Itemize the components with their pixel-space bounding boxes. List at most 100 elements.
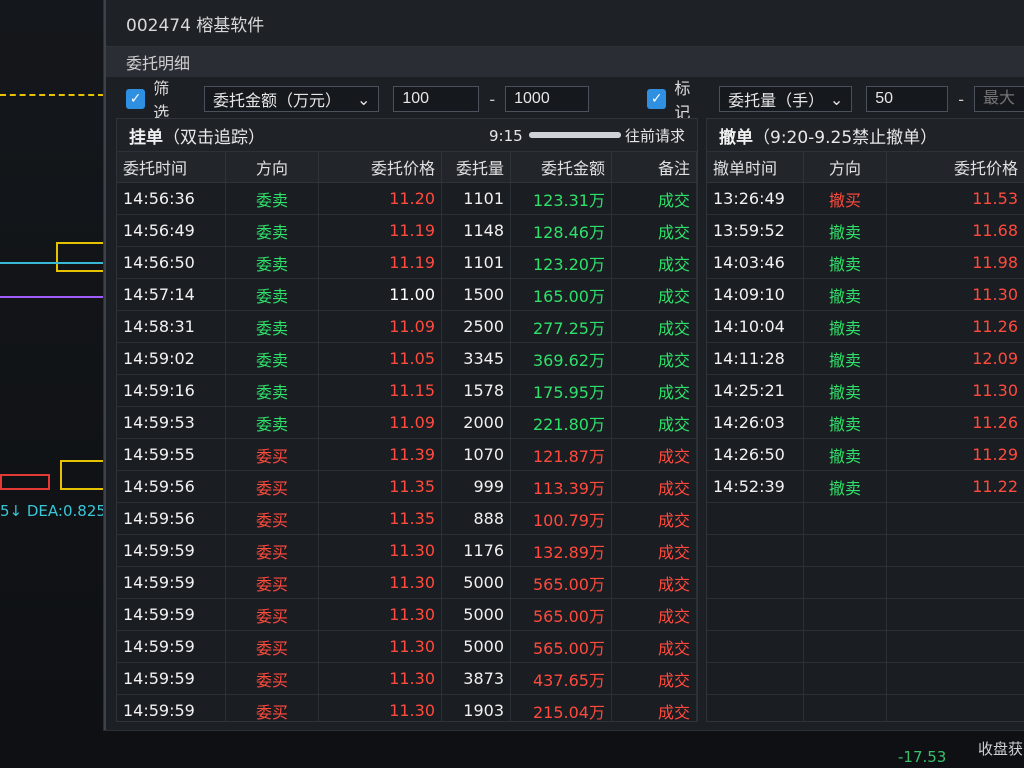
table-row[interactable]: 14:59:59 委买 11.30 5000 565.00万 成交 [117,630,697,663]
order-amount: 215.04万 [510,694,612,721]
order-time: 14:59:59 [117,662,226,695]
col-amount[interactable]: 委托金额 [510,152,612,183]
col-cancel-time[interactable]: 撤单时间 [707,152,804,183]
cancel-time: 14:25:21 [707,374,804,407]
table-row[interactable]: 14:59:59 委买 11.30 5000 565.00万 成交 [117,566,697,599]
filter-checkbox[interactable]: ✓ [126,89,146,109]
cancel-time: 14:26:03 [707,406,804,439]
col-order-time[interactable]: 委托时间 [117,152,226,183]
request-earlier-button[interactable]: 往前请求 [625,125,685,146]
cancel-direction: 撤卖 [803,310,887,343]
col-price[interactable]: 委托价格 [318,152,442,183]
cancel-price: 11.30 [886,278,1024,311]
table-row[interactable]: 14:59:53 委卖 11.09 2000 221.80万 成交 [117,406,697,439]
col-direction[interactable]: 方向 [225,152,319,183]
dashed-price-line [0,94,104,96]
order-direction: 委卖 [225,342,319,375]
order-price: 11.35 [318,502,442,535]
qty-min-input[interactable] [866,86,949,112]
table-row[interactable]: 14:25:21 撤卖 11.30 [707,374,1024,407]
order-price: 11.30 [318,662,442,695]
qty-select-value: 委托量（手） [728,91,825,110]
table-row[interactable]: 14:09:10 撤卖 11.30 [707,278,1024,311]
table-row[interactable]: 14:56:49 委卖 11.19 1148 128.46万 成交 [117,214,697,247]
order-direction: 委买 [225,502,319,535]
table-row[interactable]: 13:59:52 撤卖 11.68 [707,214,1024,247]
col-volume[interactable]: 委托量 [441,152,511,183]
table-row[interactable]: 14:59:56 委买 11.35 999 113.39万 成交 [117,470,697,503]
order-price: 11.20 [318,182,442,215]
macd-bar-red [0,474,50,490]
amount-select[interactable]: 委托金额（万元） ⌄ [203,86,380,112]
order-price: 11.15 [318,374,442,407]
table-row[interactable]: 14:59:56 委买 11.35 888 100.79万 成交 [117,502,697,535]
order-amount: 565.00万 [510,566,612,599]
pending-orders-table: 委托时间 方向 委托价格 委托量 委托金额 备注 14:56:36 委卖 11.20… [117,152,697,721]
order-amount: 437.65万 [510,662,612,695]
table-row[interactable]: 13:26:49 撤买 11.53 [707,182,1024,215]
order-remark: 成交 [611,310,697,343]
table-row[interactable]: 14:26:50 撤卖 11.29 [707,438,1024,471]
table-row[interactable]: 14:59:59 委买 11.30 3873 437.65万 成交 [117,662,697,695]
amount-min-input[interactable] [393,86,480,112]
order-remark: 成交 [611,694,697,721]
table-row[interactable]: 14:59:59 委买 11.30 1176 132.89万 成交 [117,534,697,567]
load-progress-bar [529,132,621,138]
col-cancel-price[interactable]: 委托价格 [886,152,1024,183]
mark-checkbox[interactable]: ✓ [647,89,667,109]
bottom-value: -17.53 [898,748,947,766]
table-row[interactable]: 14:56:50 委卖 11.19 1101 123.20万 成交 [117,246,697,279]
chevron-down-icon: ⌄ [829,89,844,109]
col-remark[interactable]: 备注 [611,152,697,183]
order-volume: 999 [441,470,511,503]
qty-max-input[interactable] [974,86,1024,112]
col-cancel-direction[interactable]: 方向 [803,152,887,183]
order-time: 14:57:14 [117,278,226,311]
order-time: 14:59:16 [117,374,226,407]
order-price: 11.30 [318,534,442,567]
order-direction: 委买 [225,662,319,695]
order-time: 14:59:02 [117,342,226,375]
range-separator: - [489,89,496,109]
cancel-direction: 撤买 [803,182,887,215]
table-row[interactable]: 14:56:36 委卖 11.20 1101 123.31万 成交 [117,182,697,215]
amount-max-input[interactable] [505,86,590,112]
filter-bar: ✓ 筛选 委托金额（万元） ⌄ - ✓ 标记 委托量（手） ⌄ - [106,77,1024,122]
order-amount: 277.25万 [510,310,612,343]
cancel-price: 11.98 [886,246,1024,279]
order-price: 11.00 [318,278,442,311]
table-row[interactable]: 14:59:16 委卖 11.15 1578 175.95万 成交 [117,374,697,407]
order-time: 14:59:59 [117,694,226,721]
order-remark: 成交 [611,470,697,503]
table-row[interactable]: 14:57:14 委卖 11.00 1500 165.00万 成交 [117,278,697,311]
table-row[interactable]: 14:10:04 撤卖 11.26 [707,310,1024,343]
order-price: 11.30 [318,566,442,599]
order-direction: 委卖 [225,278,319,311]
order-volume: 5000 [441,630,511,663]
order-volume: 1578 [441,374,511,407]
order-price: 11.09 [318,310,442,343]
table-row[interactable]: 14:59:59 委买 11.30 1903 215.04万 成交 [117,694,697,721]
order-volume: 3873 [441,662,511,695]
order-price: 11.35 [318,470,442,503]
table-row[interactable]: 14:58:31 委卖 11.09 2500 277.25万 成交 [117,310,697,343]
order-direction: 委卖 [225,182,319,215]
table-row[interactable]: 14:59:59 委买 11.30 5000 565.00万 成交 [117,598,697,631]
table-row[interactable]: 14:03:46 撤卖 11.98 [707,246,1024,279]
table-row[interactable]: 14:52:39 撤卖 11.22 [707,470,1024,503]
ma-line-purple [0,296,104,298]
cancel-direction: 撤卖 [803,278,887,311]
table-row[interactable]: 14:59:55 委买 11.39 1070 121.87万 成交 [117,438,697,471]
qty-select[interactable]: 委托量（手） ⌄ [719,86,853,112]
order-time: 14:56:36 [117,182,226,215]
empty-row [707,566,1024,599]
table-row[interactable]: 14:26:03 撤卖 11.26 [707,406,1024,439]
cancel-direction: 撤卖 [803,406,887,439]
table-row[interactable]: 14:59:02 委卖 11.05 3345 369.62万 成交 [117,342,697,375]
table-row[interactable]: 14:11:28 撤卖 12.09 [707,342,1024,375]
cancel-time: 14:03:46 [707,246,804,279]
cancel-time: 14:09:10 [707,278,804,311]
order-price: 11.30 [318,694,442,721]
cancel-price: 11.29 [886,438,1024,471]
order-direction: 委卖 [225,214,319,247]
